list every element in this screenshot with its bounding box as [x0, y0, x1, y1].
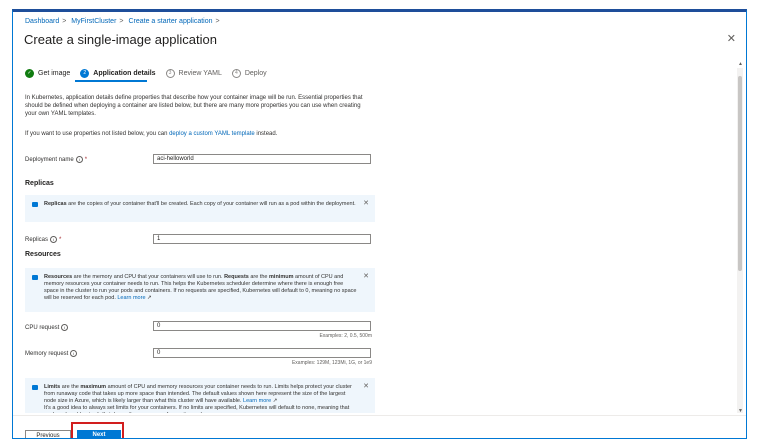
info-text: are the copies of your container that'll… [66, 201, 356, 207]
step-application-details[interactable]: 2 Application details [80, 68, 156, 78]
cpu-request-input[interactable]: 0 [153, 321, 371, 331]
info-bold: Requests [224, 274, 249, 280]
resources-heading: Resources [25, 251, 61, 258]
main-content: In Kubernetes, application details defin… [25, 88, 727, 413]
info-banner-icon [32, 202, 38, 207]
blade-frame: Dashboard > MyFirstCluster > Create a star… [12, 9, 747, 439]
cpu-request-label: CPU request i [25, 324, 69, 332]
info-icon[interactable]: i [70, 350, 78, 357]
resources-info-box: ✕ Resources are the memory and CPU that … [25, 268, 375, 312]
more-options-icon[interactable]: ... [207, 34, 215, 44]
wizard-steps: ✓ Get image 2 Application details 3 Revi… [25, 66, 277, 80]
memory-request-label: Memory request i [25, 350, 78, 358]
memory-request-input[interactable]: 0 [153, 348, 371, 358]
step-review-yaml[interactable]: 3 Review YAML [165, 68, 222, 78]
info-icon[interactable]: i [61, 324, 69, 331]
info-text: are the memory and CPU that your contain… [72, 274, 225, 280]
page-title: Create a single-image application [24, 32, 217, 47]
required-asterisk: * [59, 237, 62, 244]
info-bold: Resources [44, 274, 73, 280]
info-bold: Replicas [44, 201, 67, 207]
info-icon[interactable]: i [75, 156, 83, 163]
replicas-info-box: ✕ Replicas are the copies of your contai… [25, 195, 375, 222]
info-bold: maximum [80, 384, 107, 390]
field-label-text: Replicas [25, 237, 49, 244]
learn-more-link[interactable]: Learn more [117, 295, 145, 301]
replicas-label: Replicas i * [25, 236, 61, 243]
cpu-request-example: Examples: 2, 0.5, 500m [319, 333, 372, 339]
scroll-up-icon[interactable]: ▲ [738, 61, 743, 67]
custom-yaml-link[interactable]: deploy a custom YAML template [169, 131, 255, 137]
step-number-icon: 4 [231, 68, 241, 78]
external-link-icon: ↗ [272, 398, 278, 404]
dismiss-icon[interactable]: ✕ [363, 273, 369, 280]
info-bold: minimum [269, 274, 294, 280]
next-button-highlight [71, 422, 124, 438]
memory-request-example: Examples: 129M, 123Mi, 1G, or 1e9 [291, 360, 372, 366]
info-bold: Limits [44, 384, 61, 390]
replicas-input[interactable]: 1 [153, 234, 371, 244]
breadcrumb-separator: > [119, 18, 124, 25]
breadcrumb-cluster[interactable]: MyFirstCluster [71, 18, 116, 25]
dismiss-icon[interactable]: ✕ [363, 200, 369, 207]
dismiss-icon[interactable]: ✕ [363, 383, 369, 390]
field-label-text: CPU request [25, 325, 60, 332]
step-number-icon: 3 [165, 68, 175, 78]
active-step-indicator [75, 80, 147, 82]
vertical-scrollbar[interactable] [737, 68, 743, 413]
field-label-text: Memory request [25, 351, 69, 358]
info-text: are the [248, 274, 270, 280]
breadcrumb-create-app[interactable]: Create a starter application [128, 18, 212, 25]
info-icon[interactable]: i [50, 236, 58, 243]
step-deploy[interactable]: 4 Deploy [231, 68, 267, 78]
learn-more-link[interactable]: Learn more [243, 398, 271, 404]
step-label: Review YAML [178, 69, 222, 77]
intro-paragraph: In Kubernetes, application details defin… [25, 95, 363, 117]
step-label: Deploy [244, 69, 267, 77]
custom-yaml-paragraph: If you want to use properties not listed… [25, 130, 365, 138]
scroll-down-icon[interactable]: ▼ [738, 408, 743, 414]
info-banner-icon [32, 385, 38, 390]
breadcrumb-separator: > [215, 18, 220, 25]
breadcrumb-separator: > [62, 18, 67, 25]
step-number-icon: 2 [80, 68, 90, 78]
previous-button[interactable]: Previous [25, 430, 71, 438]
info-text: It's a good idea to always set limits fo… [44, 405, 350, 413]
checkmark-icon: ✓ [25, 68, 34, 78]
step-get-image[interactable]: ✓ Get image [25, 68, 71, 78]
external-link-icon: ↗ [147, 295, 152, 301]
custom-yaml-suffix: instead. [254, 131, 278, 137]
step-label: Application details [93, 69, 156, 77]
limits-info-box: ✕ Limits are the maximum amount of CPU a… [25, 378, 375, 413]
custom-yaml-prefix: If you want to use properties not listed… [25, 131, 170, 137]
deployment-name-input[interactable]: aci-helloworld [153, 154, 371, 164]
info-banner-icon [32, 275, 38, 280]
close-icon[interactable]: ✕ [727, 32, 736, 45]
breadcrumb-dashboard[interactable]: Dashboard [25, 18, 59, 25]
replicas-heading: Replicas [25, 180, 54, 187]
deployment-name-label: Deployment name i * [25, 156, 87, 163]
scrollbar-thumb[interactable] [738, 76, 742, 271]
field-label-text: Deployment name [25, 157, 74, 164]
breadcrumb: Dashboard > MyFirstCluster > Create a star… [25, 18, 223, 25]
required-asterisk: * [84, 157, 88, 164]
info-text: are the [60, 384, 81, 390]
step-label: Get image [38, 69, 71, 77]
footer-bar: Previous Next [13, 415, 746, 438]
